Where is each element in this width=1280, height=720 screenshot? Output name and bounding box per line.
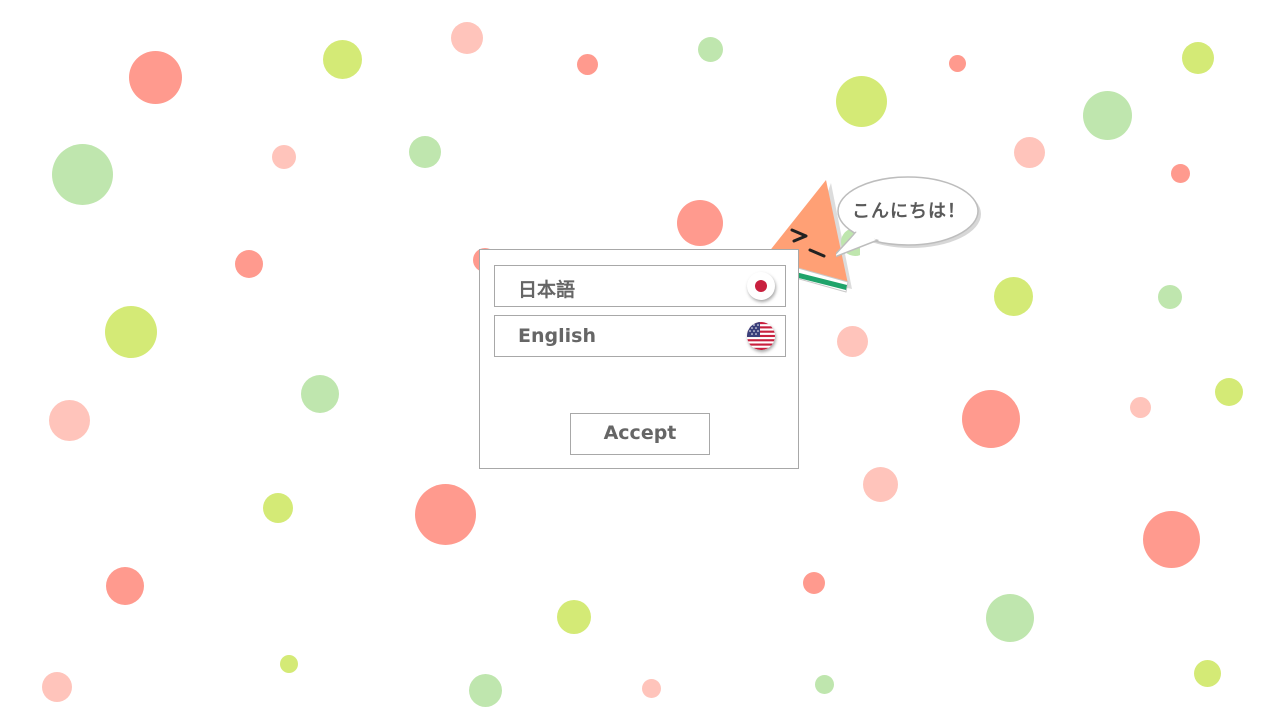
decorative-dot	[815, 675, 834, 694]
decorative-dot	[1215, 378, 1243, 406]
decorative-dot	[469, 674, 502, 707]
decorative-dot	[803, 572, 825, 594]
decorative-dot	[301, 375, 339, 413]
decorative-dot	[1130, 397, 1151, 418]
decorative-dot	[837, 326, 868, 357]
background-stage: こんにちは！ 日本語 English Accept	[0, 0, 1280, 720]
decorative-dot	[323, 40, 362, 79]
language-label: English	[518, 325, 596, 347]
decorative-dot	[863, 467, 898, 502]
decorative-dot	[1158, 285, 1182, 309]
language-option-japanese[interactable]: 日本語	[494, 265, 786, 307]
decorative-dot	[949, 55, 966, 72]
decorative-dot	[1014, 137, 1045, 168]
decorative-dot	[272, 145, 296, 169]
accept-button[interactable]: Accept	[570, 413, 710, 455]
japan-flag-icon	[747, 272, 775, 300]
decorative-dot	[1194, 660, 1221, 687]
decorative-dot	[409, 136, 441, 168]
language-dialog: 日本語 English Accept	[479, 249, 799, 469]
decorative-dot	[642, 679, 661, 698]
language-option-english[interactable]: English	[494, 315, 786, 357]
decorative-dot	[557, 600, 591, 634]
decorative-dot	[836, 76, 887, 127]
us-flag-graphic	[747, 322, 775, 350]
language-label: 日本語	[518, 279, 576, 301]
decorative-dot	[1083, 91, 1132, 140]
decorative-dot	[52, 144, 113, 205]
decorative-dot	[962, 390, 1020, 448]
decorative-dot	[42, 672, 72, 702]
speech-bubble: こんにちは！	[836, 174, 982, 258]
decorative-dot	[698, 37, 723, 62]
decorative-dot	[451, 22, 483, 54]
decorative-dot	[263, 493, 293, 523]
greeting-text: こんにちは！	[852, 201, 966, 222]
decorative-dot	[1182, 42, 1214, 74]
japan-flag-sun	[755, 280, 767, 292]
decorative-dot	[129, 51, 182, 104]
decorative-dot	[106, 567, 144, 605]
decorative-dot	[1171, 164, 1190, 183]
decorative-dot	[415, 484, 476, 545]
decorative-dot	[105, 306, 157, 358]
decorative-dot	[986, 594, 1034, 642]
decorative-dot	[994, 277, 1033, 316]
us-flag-icon	[747, 322, 775, 350]
decorative-dot	[280, 655, 298, 673]
decorative-dot	[677, 200, 723, 246]
decorative-dot	[577, 54, 598, 75]
decorative-dot	[1143, 511, 1200, 568]
decorative-dot	[235, 250, 263, 278]
decorative-dot	[49, 400, 90, 441]
